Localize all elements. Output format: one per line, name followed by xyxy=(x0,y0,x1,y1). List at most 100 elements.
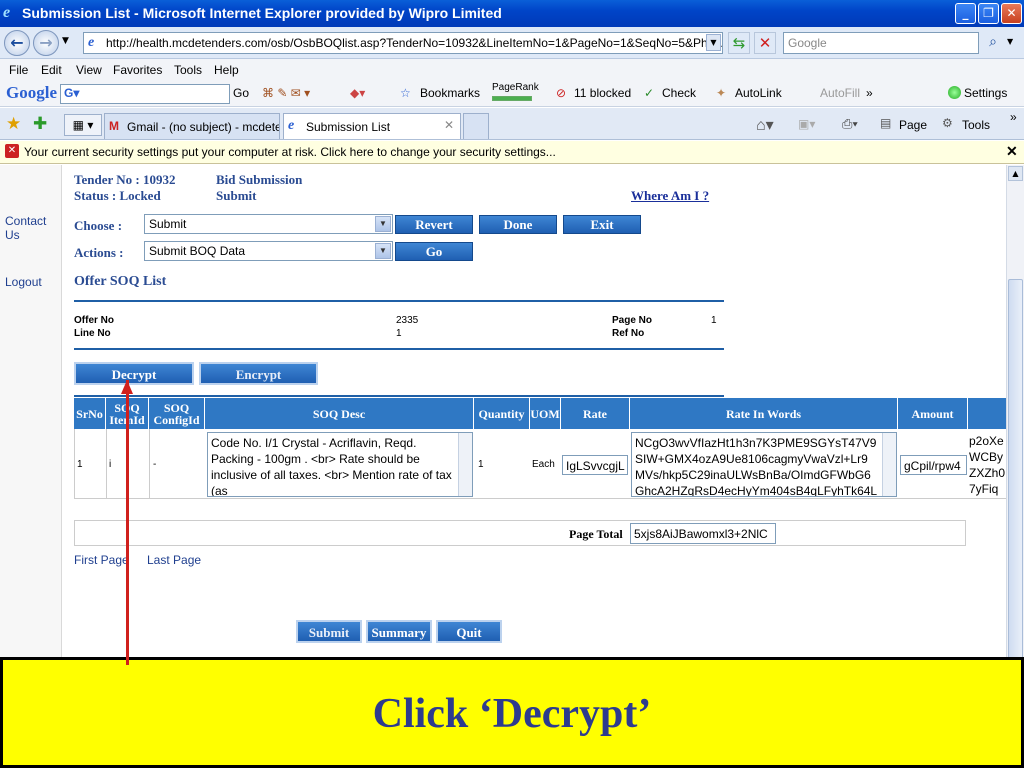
tools-menu-button[interactable]: Tools xyxy=(962,118,990,132)
offer-soq-title: Offer SOQ List xyxy=(74,274,167,289)
offer-no-value: 2335 xyxy=(396,315,419,326)
page-content: Contact Us Logout Tender No : 10932 Stat… xyxy=(0,165,1006,660)
arrow-head-icon xyxy=(121,380,133,394)
contact-us-link[interactable]: Contact Us xyxy=(5,214,57,242)
done-button[interactable]: Done xyxy=(479,215,557,234)
left-nav: Contact Us Logout xyxy=(0,165,62,660)
actions-select[interactable]: Submit BOQ Data ▼ xyxy=(144,241,393,261)
where-am-i-link[interactable]: Where Am I ? xyxy=(631,188,709,204)
chevron-down-icon: ▼ xyxy=(375,243,391,259)
choose-select[interactable]: Submit ▼ xyxy=(144,214,393,234)
autofill-button[interactable]: AutoFill xyxy=(820,86,860,100)
home-icon[interactable]: ⌂▾ xyxy=(756,115,774,135)
scrollbar[interactable] xyxy=(458,433,472,496)
menu-view[interactable]: View xyxy=(76,63,102,77)
go-button[interactable]: Go xyxy=(395,242,473,261)
quick-tabs-icon[interactable]: ▦ ▾ xyxy=(64,114,102,136)
tender-number: Tender No : 10932 xyxy=(74,172,176,187)
cell-itemid: i xyxy=(109,459,112,470)
menu-help[interactable]: Help xyxy=(214,63,239,77)
search-icon[interactable]: ⌕ xyxy=(982,32,1004,54)
toolbar-tools-icons[interactable]: ⌘ ✎ ✉ ▾ xyxy=(262,86,310,100)
search-input[interactable]: Google xyxy=(783,32,979,54)
google-search-box[interactable]: G▾ xyxy=(60,84,230,104)
back-button[interactable]: ← xyxy=(4,30,30,56)
amount-input[interactable]: gCpil/rpw4 xyxy=(900,455,967,475)
address-input[interactable]: e http://health.mcdetenders.com/osb/OsbB… xyxy=(83,32,723,54)
autolink-button[interactable]: AutoLink xyxy=(735,86,782,100)
print-icon[interactable]: ⎙▾ xyxy=(842,116,858,132)
bookmarks-star-icon[interactable]: ☆ xyxy=(400,86,411,100)
settings-button[interactable]: Settings xyxy=(964,86,1007,100)
page-total-input[interactable]: 5xjs8AiJBawomxl3+2NlC xyxy=(630,523,776,544)
last-page-link[interactable]: Last Page xyxy=(147,553,201,567)
page-scrollbar[interactable]: ▲ xyxy=(1006,165,1024,660)
col-amount: Amount xyxy=(898,398,968,429)
scrollbar[interactable] xyxy=(882,433,896,496)
gmail-tab-icon: M xyxy=(109,119,119,133)
rate-in-words-textarea[interactable]: NCgO3wvVfIazHt1h3n7K3PME9SGYsT47V9 SIW+G… xyxy=(631,432,897,497)
cell-srno: 1 xyxy=(77,459,83,470)
submit-stage-label: Submit xyxy=(216,188,257,203)
summary-button[interactable]: Summary xyxy=(366,620,432,643)
scroll-thumb[interactable] xyxy=(1008,279,1023,659)
ie-tab-icon: e xyxy=(288,118,295,133)
bookmarks-button[interactable]: Bookmarks xyxy=(420,86,480,100)
cell-uom: Each xyxy=(532,459,555,470)
page-total-row: Page Total 5xjs8AiJBawomxl3+2NlC xyxy=(74,520,966,546)
refresh-icon[interactable]: ⇆ xyxy=(728,32,750,54)
google-toolbar: Google G▾ Go ⌘ ✎ ✉ ▾ ◆▾ ☆ Bookmarks Page… xyxy=(0,81,1024,107)
security-info-bar[interactable]: ✕ Your current security settings put you… xyxy=(0,141,1024,164)
decrypt-button[interactable]: Decrypt xyxy=(74,362,194,385)
shield-warning-icon: ✕ xyxy=(5,144,19,158)
tab-gmail[interactable]: M Gmail - (no subject) - mcdete... xyxy=(104,113,280,139)
settings-dot-icon xyxy=(948,86,961,99)
scroll-up-icon[interactable]: ▲ xyxy=(1008,166,1023,181)
gmail-icon[interactable]: ◆▾ xyxy=(350,86,365,100)
encrypt-button[interactable]: Encrypt xyxy=(199,362,318,385)
feeds-icon[interactable]: ▣▾ xyxy=(798,117,815,131)
new-tab-button[interactable] xyxy=(463,113,489,139)
chevron-more-icon[interactable]: » xyxy=(866,86,873,100)
google-go-button[interactable]: Go xyxy=(233,86,249,100)
logout-link[interactable]: Logout xyxy=(5,275,42,289)
divider xyxy=(74,300,724,302)
favorites-star-icon[interactable]: ★ xyxy=(6,114,21,134)
history-dropdown-icon[interactable]: ▼ xyxy=(62,36,69,46)
tab-row: ★ ✚ ▦ ▾ M Gmail - (no subject) - mcdete.… xyxy=(0,108,1024,140)
table-header: SrNo SOQ ItemId SOQ ConfigId SOQ Desc Qu… xyxy=(74,398,1006,429)
revert-button[interactable]: Revert xyxy=(395,215,473,234)
chevron-down-icon: ▼ xyxy=(375,216,391,232)
add-favorites-icon[interactable]: ✚ xyxy=(33,114,47,134)
close-window-button[interactable]: ✕ xyxy=(1001,3,1022,24)
menu-tools[interactable]: Tools xyxy=(174,63,202,77)
popup-blocked-count[interactable]: 11 blocked xyxy=(574,86,631,100)
menu-edit[interactable]: Edit xyxy=(41,63,62,77)
menu-file[interactable]: File xyxy=(9,63,28,77)
exit-button[interactable]: Exit xyxy=(563,215,641,234)
quit-button[interactable]: Quit xyxy=(436,620,502,643)
close-tab-icon[interactable]: ✕ xyxy=(444,118,454,132)
spellcheck-button[interactable]: Check xyxy=(662,86,696,100)
forward-button[interactable]: → xyxy=(33,30,59,56)
cell-quantity: 1 xyxy=(478,459,484,470)
first-page-link[interactable]: First Page xyxy=(74,553,129,567)
submit-button[interactable]: Submit xyxy=(296,620,362,643)
chevron-more-icon[interactable]: » xyxy=(1010,110,1017,124)
close-infobar-icon[interactable]: ✕ xyxy=(1006,143,1018,160)
tab-submission-list[interactable]: e Submission List ✕ xyxy=(283,113,461,139)
soq-desc-textarea[interactable]: Code No. I/1 Crystal - Acriflavin, Reqd.… xyxy=(207,432,473,497)
menu-bar: File Edit View Favorites Tools Help xyxy=(0,59,1024,81)
address-dropdown-icon[interactable]: ▼ xyxy=(706,34,721,51)
page-menu-button[interactable]: Page xyxy=(899,118,927,132)
autolink-icon: ✦ xyxy=(716,86,727,100)
search-options-icon[interactable]: ▼ xyxy=(1007,37,1013,46)
minimize-button[interactable]: _ xyxy=(955,3,976,24)
popup-blocker-icon: ⊘ xyxy=(556,86,567,100)
stop-icon[interactable]: ✕ xyxy=(754,32,776,54)
menu-favorites[interactable]: Favorites xyxy=(113,63,162,77)
col-extra xyxy=(968,398,1006,429)
caption-text: Click ‘Decrypt’ xyxy=(372,691,652,737)
maximize-button[interactable]: ❐ xyxy=(978,3,999,24)
rate-input[interactable]: IgLSvvcgjL xyxy=(562,455,628,475)
